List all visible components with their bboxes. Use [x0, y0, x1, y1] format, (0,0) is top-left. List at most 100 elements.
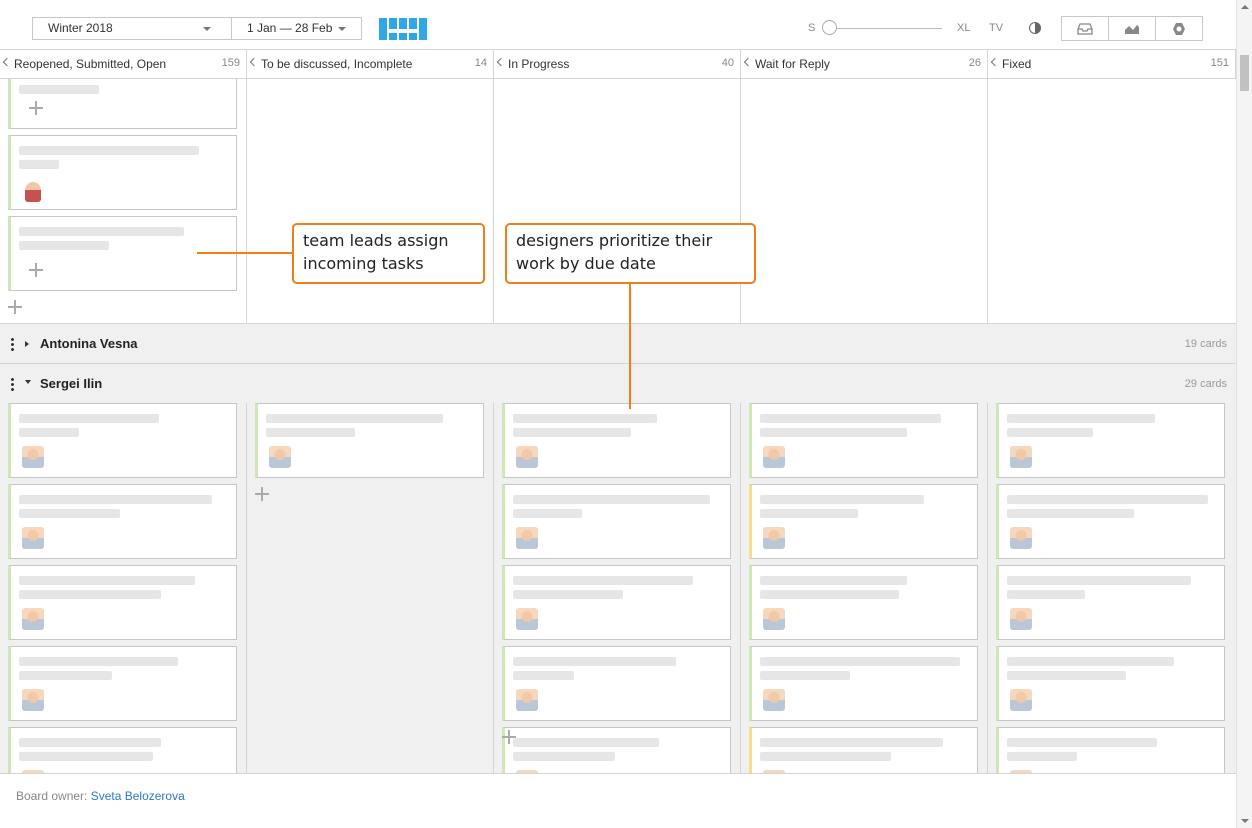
avatar	[22, 608, 44, 630]
column-count: 26	[968, 57, 981, 69]
task-card[interactable]	[8, 646, 237, 721]
task-card[interactable]	[502, 484, 731, 559]
period-select[interactable]: Winter 2018	[32, 17, 232, 40]
avatar	[763, 608, 785, 630]
owner-link[interactable]: Sveta Belozerova	[91, 789, 185, 803]
swimlane-count: 29 cards	[1184, 378, 1227, 390]
footer: Board owner: Sveta Belozerova	[0, 773, 1236, 828]
contrast-icon[interactable]	[1029, 22, 1041, 34]
column-header-open[interactable]: Reopened, Submitted, Open 159	[0, 50, 247, 79]
task-card[interactable]	[996, 484, 1225, 559]
task-card[interactable]	[8, 403, 237, 478]
task-card[interactable]	[749, 484, 978, 559]
task-card[interactable]	[8, 135, 237, 210]
column-count: 40	[721, 57, 734, 69]
task-card[interactable]	[996, 565, 1225, 640]
add-card-button[interactable]	[502, 730, 516, 744]
chevron-left-icon[interactable]	[2, 57, 12, 67]
date-range-select[interactable]: 1 Jan — 28 Feb	[231, 17, 362, 40]
report-button[interactable]	[1109, 17, 1156, 40]
avatar	[516, 446, 538, 468]
avatar	[22, 689, 44, 711]
chevron-left-icon[interactable]	[496, 57, 506, 67]
column-title: In Progress	[508, 57, 570, 71]
owner-label: Board owner:	[16, 789, 88, 803]
column-header-in-progress[interactable]: In Progress 40	[494, 50, 741, 79]
card-size-slider-track[interactable]	[832, 28, 942, 29]
column-divider	[246, 79, 247, 323]
avatar	[22, 446, 44, 468]
size-min-label: S	[808, 22, 816, 34]
column-divider	[987, 79, 988, 323]
avatar	[763, 689, 785, 711]
avatar	[1010, 608, 1032, 630]
avatar	[1010, 446, 1032, 468]
swimlane-count: 19 cards	[1184, 338, 1227, 350]
toolbar: Winter 2018 1 Jan — 28 Feb S XL TV	[0, 0, 1236, 50]
drag-handle-icon[interactable]	[11, 377, 14, 391]
task-card[interactable]	[8, 565, 237, 640]
date-range-value: 1 Jan — 28 Feb	[247, 21, 333, 35]
annotation-pointer	[629, 283, 631, 409]
swimlane-name: Sergei Ilin	[40, 376, 103, 391]
annotation-callout: designers prioritize their work by due d…	[505, 223, 756, 284]
column-divider	[246, 403, 247, 773]
avatar	[269, 446, 291, 468]
add-card-button[interactable]	[255, 487, 269, 501]
drag-handle-icon[interactable]	[11, 337, 14, 351]
annotation-pointer	[197, 252, 293, 254]
task-card[interactable]	[996, 646, 1225, 721]
task-card[interactable]	[502, 565, 731, 640]
task-card[interactable]	[749, 565, 978, 640]
task-card[interactable]	[8, 79, 237, 129]
avatar	[25, 182, 41, 202]
view-buttons	[1061, 16, 1203, 41]
add-icon[interactable]	[29, 101, 43, 115]
avatar	[516, 689, 538, 711]
add-icon[interactable]	[29, 263, 43, 277]
task-card[interactable]	[996, 403, 1225, 478]
inbox-button[interactable]	[1062, 17, 1109, 40]
task-card[interactable]	[502, 403, 731, 478]
chevron-left-icon[interactable]	[743, 57, 753, 67]
swimlane-name: Antonina Vesna	[40, 336, 138, 351]
chevron-left-icon[interactable]	[249, 57, 259, 67]
chevron-left-icon[interactable]	[990, 57, 1000, 67]
task-card[interactable]	[8, 484, 237, 559]
column-title: Fixed	[1002, 57, 1032, 71]
scroll-down-icon[interactable]	[1241, 819, 1249, 823]
column-title: Reopened, Submitted, Open	[14, 57, 167, 71]
column-divider	[493, 403, 494, 773]
settings-icon	[1173, 22, 1185, 35]
collapse-icon[interactable]	[25, 380, 31, 384]
scrollbar-thumb[interactable]	[1240, 55, 1249, 91]
column-title: To be discussed, Incomplete	[261, 57, 413, 71]
swimlane-sergei-ilin[interactable]: Sergei Ilin 29 cards	[0, 363, 1236, 403]
scroll-up-icon[interactable]	[1241, 5, 1249, 9]
chart-icon	[1125, 24, 1139, 34]
avatar	[763, 527, 785, 549]
task-card[interactable]	[749, 403, 978, 478]
column-count: 14	[474, 57, 487, 69]
tv-mode-button[interactable]: TV	[989, 22, 1003, 34]
column-header-to-be-discussed[interactable]: To be discussed, Incomplete 14	[247, 50, 494, 79]
task-card[interactable]	[502, 646, 731, 721]
settings-button[interactable]	[1156, 17, 1202, 40]
period-value: Winter 2018	[48, 21, 113, 35]
chevron-down-icon	[203, 27, 211, 31]
vertical-scrollbar[interactable]	[1236, 0, 1252, 828]
column-header-wait-for-reply[interactable]: Wait for Reply 26	[741, 50, 988, 79]
column-header-fixed[interactable]: Fixed 151	[988, 50, 1236, 79]
sprint-chart-icon[interactable]	[379, 18, 427, 40]
task-card[interactable]	[255, 403, 484, 478]
column-count: 151	[1210, 57, 1229, 69]
avatar	[516, 527, 538, 549]
annotation-text: team leads assign incoming tasks	[303, 231, 449, 273]
expand-icon[interactable]	[25, 341, 29, 347]
task-card[interactable]	[749, 646, 978, 721]
swimlane-antonina-vesna[interactable]: Antonina Vesna 19 cards	[0, 323, 1236, 363]
column-count: 159	[221, 57, 240, 69]
add-card-button[interactable]	[8, 300, 22, 314]
card-size-slider[interactable]	[822, 20, 837, 35]
column-title: Wait for Reply	[755, 57, 830, 71]
